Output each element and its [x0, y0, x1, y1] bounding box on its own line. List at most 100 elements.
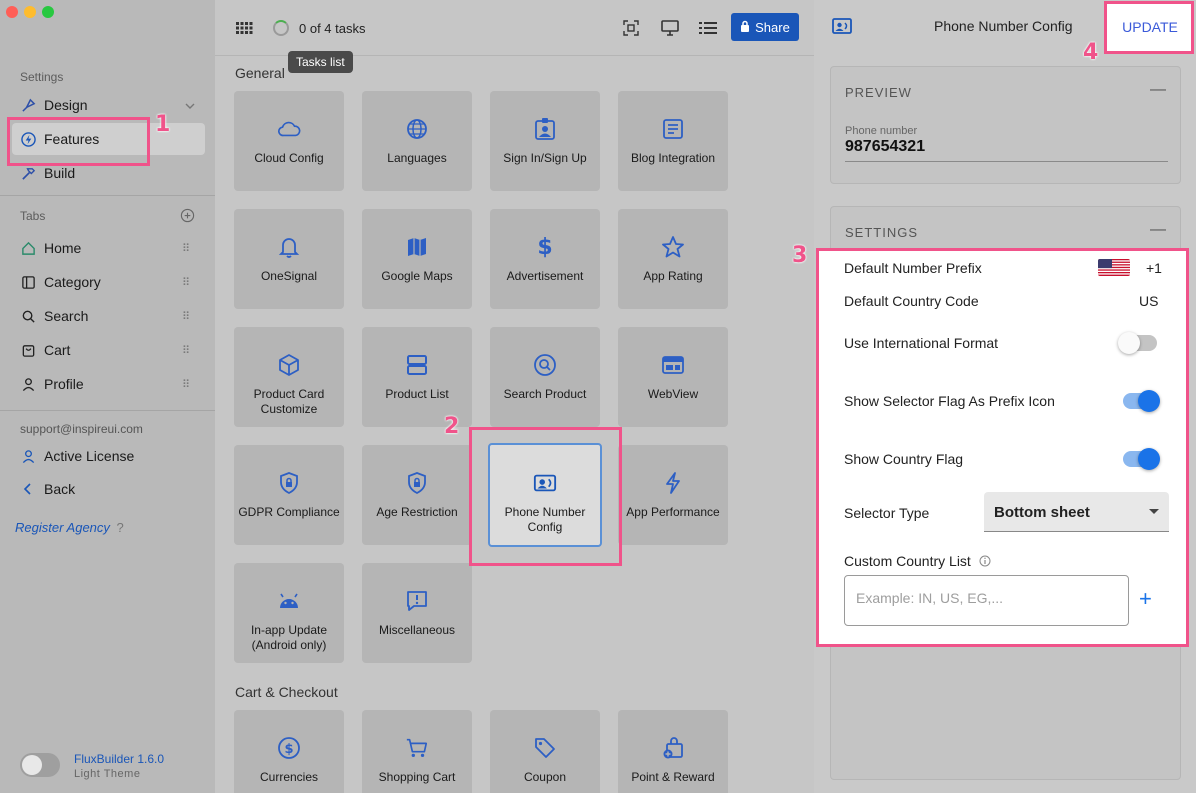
chat-alert-icon: [405, 589, 429, 613]
lock-icon: [740, 20, 750, 35]
sidebar-item-label: Category: [44, 274, 101, 290]
paintbrush-icon: [20, 97, 36, 113]
tile-coupon[interactable]: Coupon: [490, 710, 600, 793]
tile-gdpr-compliance[interactable]: GDPR Compliance: [234, 445, 344, 545]
android-icon: [277, 589, 301, 613]
tile-app-rating[interactable]: App Rating: [618, 209, 728, 309]
svg-text:$: $: [284, 742, 293, 757]
tile-sign-in-sign-up[interactable]: Sign In/Sign Up: [490, 91, 600, 191]
annotation-number-1: 1: [155, 112, 171, 137]
add-tab-icon[interactable]: [180, 208, 195, 228]
tasks-progress-ring[interactable]: [273, 20, 289, 36]
share-label: Share: [755, 19, 790, 35]
support-email[interactable]: support@inspireui.com: [20, 422, 143, 436]
maximize-window-button[interactable]: [42, 6, 54, 18]
help-icon[interactable]: ?: [117, 520, 124, 535]
qr-scan-icon[interactable]: [622, 19, 640, 37]
tile-onesignal[interactable]: OneSignal: [234, 209, 344, 309]
tile-label: OneSignal: [260, 269, 318, 283]
sidebar-item-design[interactable]: Design: [20, 90, 203, 120]
settings-section-header: Settings: [20, 70, 64, 84]
sidebar-item-label: Search: [44, 308, 89, 324]
divider: [0, 410, 215, 411]
drag-handle-icon[interactable]: ⠿: [182, 242, 190, 255]
chevron-down-icon[interactable]: [185, 98, 195, 114]
sidebar-item-label: Design: [44, 97, 88, 113]
phone-field-value[interactable]: 987654321: [845, 138, 925, 156]
drag-handle-icon[interactable]: ⠿: [182, 276, 190, 289]
collapse-preview-button[interactable]: —: [1150, 81, 1166, 99]
hammer-icon: [20, 165, 36, 181]
tasks-counter[interactable]: 0 of 4 tasks: [299, 21, 365, 36]
tile-label: Blog Integration: [630, 151, 716, 165]
sidebar-item-profile[interactable]: Profile ⠿: [20, 369, 203, 399]
register-agency-link[interactable]: Register Agency ?: [15, 520, 124, 535]
globe-icon: [405, 117, 429, 141]
shopping-cart-icon: [405, 736, 429, 760]
tile-miscellaneous[interactable]: Miscellaneous: [362, 563, 472, 663]
list-view-icon[interactable]: [699, 19, 717, 37]
tile-blog-integration[interactable]: Blog Integration: [618, 91, 728, 191]
tile-point-reward[interactable]: Point & Reward: [618, 710, 728, 793]
tile-shopping-cart[interactable]: Shopping Cart: [362, 710, 472, 793]
sidebar-item-label: Build: [44, 165, 76, 181]
tile-webview[interactable]: WebView: [618, 327, 728, 427]
dollar-icon: $: [537, 234, 553, 260]
tile-label: App Rating: [643, 269, 703, 283]
tile-label: In-app Update (Android only): [250, 623, 328, 652]
web-icon: [661, 353, 685, 377]
tile-label: Miscellaneous: [378, 623, 456, 637]
phone-field-underline: [845, 161, 1168, 162]
share-button[interactable]: Share: [731, 13, 799, 41]
app-version: FluxBuilder 1.6.0: [74, 752, 165, 766]
close-window-button[interactable]: [6, 6, 18, 18]
tile-in-app-update[interactable]: In-app Update (Android only): [234, 563, 344, 663]
tile-product-list[interactable]: Product List: [362, 327, 472, 427]
tile-label: Product List: [385, 387, 449, 401]
tile-google-maps[interactable]: Google Maps: [362, 209, 472, 309]
annotation-number-2: 2: [444, 414, 460, 439]
tile-currencies[interactable]: $ Currencies: [234, 710, 344, 793]
tile-product-card-customize[interactable]: Product Card Customize: [234, 327, 344, 427]
cube-icon: [277, 353, 301, 377]
phone-field-label: Phone number: [845, 125, 918, 137]
drag-handle-icon[interactable]: ⠿: [182, 378, 190, 391]
tile-label: Sign In/Sign Up: [503, 151, 587, 165]
person-icon: [20, 448, 36, 464]
star-icon: [661, 235, 685, 259]
tile-label: WebView: [647, 387, 699, 401]
theme-toggle[interactable]: [20, 753, 60, 777]
tile-languages[interactable]: Languages: [362, 91, 472, 191]
tile-label: Shopping Cart: [378, 770, 456, 784]
tile-advertisement[interactable]: $ Advertisement: [490, 209, 600, 309]
apps-grid-icon[interactable]: [235, 20, 253, 41]
sidebar-item-cart[interactable]: Cart ⠿: [20, 335, 203, 365]
currency-icon: $: [277, 736, 301, 760]
collapse-settings-button[interactable]: —: [1150, 221, 1166, 239]
tile-age-restriction[interactable]: Age Restriction: [362, 445, 472, 545]
chevron-left-icon: [20, 481, 36, 497]
sidebar-item-search[interactable]: Search ⠿: [20, 301, 203, 331]
group-title-general: General: [235, 65, 285, 81]
tile-app-performance[interactable]: App Performance: [618, 445, 728, 545]
cloud-icon: [277, 117, 301, 141]
tabs-section-header: Tabs: [20, 209, 46, 223]
tile-cloud-config[interactable]: Cloud Config: [234, 91, 344, 191]
tile-search-product[interactable]: Search Product: [490, 327, 600, 427]
preview-card: PREVIEW — Phone number 987654321: [830, 66, 1181, 184]
back-button[interactable]: Back: [20, 474, 203, 504]
search-circle-icon: [533, 353, 557, 377]
tasks-tooltip: Tasks list: [288, 51, 353, 73]
drag-handle-icon[interactable]: ⠿: [182, 310, 190, 323]
register-agency-label: Register Agency: [15, 520, 110, 535]
sidebar-item-home[interactable]: Home ⠿: [20, 233, 203, 263]
sidebar-item-category[interactable]: Category ⠿: [20, 267, 203, 297]
active-license-link[interactable]: Active License: [20, 441, 203, 471]
drag-handle-icon[interactable]: ⠿: [182, 344, 190, 357]
desktop-preview-icon[interactable]: [661, 19, 679, 37]
contact-card-icon: [832, 17, 852, 40]
person-icon: [20, 376, 36, 392]
minimize-window-button[interactable]: [24, 6, 36, 18]
features-panel: 0 of 4 tasks Share General Tasks list Cl…: [215, 0, 814, 793]
group-title-cart-checkout: Cart & Checkout: [235, 684, 338, 700]
